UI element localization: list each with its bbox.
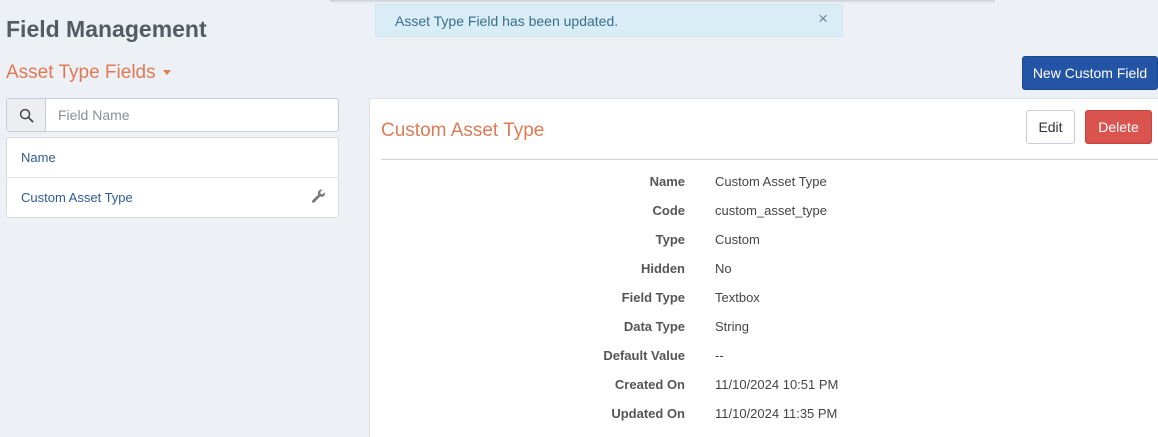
detail-row-hidden: Hidden No <box>370 254 1158 283</box>
detail-row-created-on: Created On 11/10/2024 10:51 PM <box>370 370 1158 399</box>
list-item-label: Name <box>21 150 56 165</box>
detail-row-code: Code custom_asset_type <box>370 196 1158 225</box>
field-list: Name Custom Asset Type <box>6 137 339 218</box>
detail-panel: Custom Asset Type Edit Delete Name Custom… <box>369 98 1158 437</box>
property-value: 11/10/2024 10:51 PM <box>715 377 839 392</box>
property-value: No <box>715 261 732 276</box>
field-search <box>6 98 339 132</box>
property-value: custom_asset_type <box>715 203 828 218</box>
search-input[interactable] <box>46 99 338 131</box>
section-dropdown[interactable]: Asset Type Fields <box>6 62 171 84</box>
detail-row-default-value: Default Value -- <box>370 341 1158 370</box>
wrench-icon[interactable] <box>311 189 326 207</box>
property-label: Type <box>655 232 685 247</box>
list-item-label: Custom Asset Type <box>21 190 133 205</box>
property-label: Created On <box>614 377 685 392</box>
property-value: Textbox <box>715 290 760 305</box>
list-item-custom-asset-type[interactable]: Custom Asset Type <box>7 177 338 217</box>
property-value: String <box>715 319 749 334</box>
divider <box>381 159 1158 160</box>
property-label: Data Type <box>623 319 685 334</box>
top-bar-shadow <box>330 0 995 3</box>
page-title: Field Management <box>6 16 207 42</box>
property-value: Custom Asset Type <box>715 174 827 189</box>
property-label: Updated On <box>611 406 685 421</box>
detail-title: Custom Asset Type <box>381 120 545 141</box>
close-icon[interactable]: × <box>818 9 828 29</box>
alert-message: Asset Type Field has been updated. <box>395 13 619 29</box>
list-item-name[interactable]: Name <box>7 138 338 177</box>
property-label: Default Value <box>603 348 685 363</box>
delete-button[interactable]: Delete <box>1085 110 1152 144</box>
edit-button[interactable]: Edit <box>1026 110 1075 144</box>
search-icon <box>7 99 46 131</box>
caret-down-icon <box>162 70 171 76</box>
property-label: Field Type <box>621 290 685 305</box>
detail-row-field-type: Field Type Textbox <box>370 283 1158 312</box>
detail-row-data-type: Data Type String <box>370 312 1158 341</box>
detail-row-updated-on: Updated On 11/10/2024 11:35 PM <box>370 399 1158 428</box>
property-value: 11/10/2024 11:35 PM <box>715 406 838 421</box>
property-label: Code <box>652 203 686 218</box>
property-label: Name <box>649 174 685 189</box>
new-custom-field-button[interactable]: New Custom Field <box>1022 56 1158 90</box>
detail-row-type: Type Custom <box>370 225 1158 254</box>
detail-properties: Name Custom Asset Type Code custom_asset_t… <box>370 167 1158 428</box>
detail-row-name: Name Custom Asset Type <box>370 167 1158 196</box>
section-dropdown-label: Asset Type Fields <box>6 62 156 83</box>
property-value: -- <box>715 348 724 363</box>
success-alert: Asset Type Field has been updated. × <box>375 4 843 37</box>
property-label: Hidden <box>640 261 685 276</box>
property-value: Custom <box>715 232 760 247</box>
